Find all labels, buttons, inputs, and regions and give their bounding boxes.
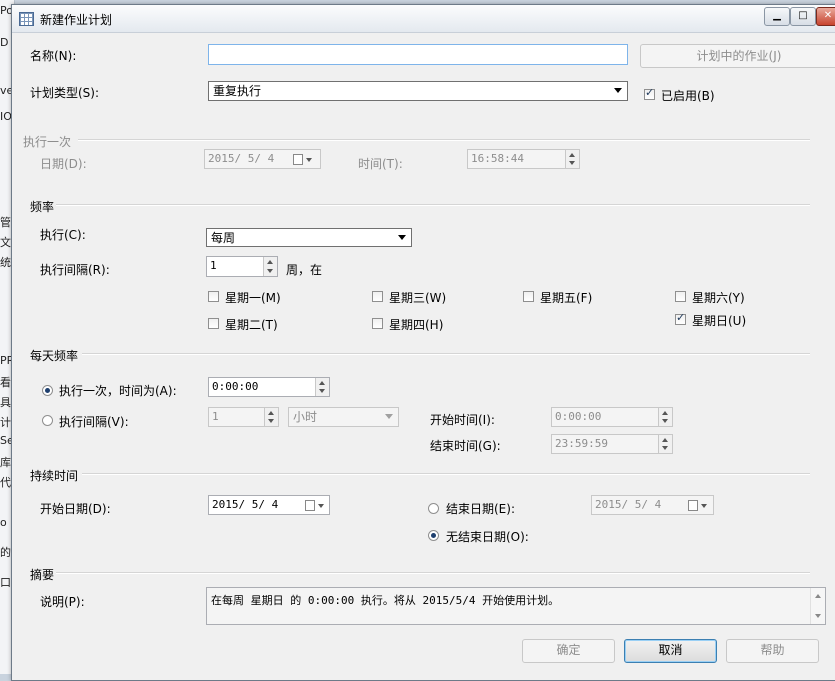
name-input[interactable]	[208, 44, 628, 65]
once-date-picker[interactable]: 2015/ 5/ 4	[204, 149, 321, 169]
recurs-every-label: 执行间隔(R):	[40, 263, 110, 277]
once-date-label: 日期(D):	[40, 157, 87, 171]
monday-checkbox[interactable]	[208, 291, 219, 302]
start-date-label: 开始日期(D):	[40, 502, 111, 516]
friday-label: 星期五(F)	[540, 291, 593, 305]
enabled-checkbox[interactable]	[644, 86, 655, 100]
recurs-every-input[interactable]: 1	[206, 256, 278, 277]
occurs-every-label: 执行间隔(V):	[59, 415, 129, 429]
help-button[interactable]: 帮助	[726, 639, 819, 663]
divider	[56, 572, 810, 574]
start-time-value: 0:00:00	[555, 410, 602, 423]
minimize-button[interactable]: ▁	[764, 7, 790, 26]
occurs-every-value: 1	[212, 410, 219, 423]
frequency-group-header: 频率	[30, 200, 55, 214]
window-title: 新建作业计划	[40, 13, 113, 27]
spin-buttons[interactable]	[565, 150, 579, 168]
no-end-date-label: 无结束日期(O):	[446, 530, 529, 544]
calendar-icon[interactable]	[305, 500, 324, 511]
occurs-once-radio[interactable]	[42, 385, 53, 396]
title-bar[interactable]: 新建作业计划 ▁ □ ✕	[12, 5, 835, 33]
spin-buttons[interactable]	[264, 408, 278, 426]
schedule-type-select[interactable]: 重复执行	[208, 81, 628, 101]
divider	[56, 204, 810, 206]
occurs-every-radio[interactable]	[42, 415, 53, 426]
maximize-button[interactable]: □	[790, 7, 816, 26]
once-time-label: 时间(T):	[358, 157, 403, 171]
sunday-label: 星期日(U)	[692, 314, 747, 328]
sunday-checkbox[interactable]	[675, 311, 686, 325]
once-date-value: 2015/ 5/ 4	[208, 152, 275, 165]
end-time-label: 结束时间(G):	[430, 439, 501, 453]
spin-buttons[interactable]	[263, 257, 277, 276]
thursday-label: 星期四(H)	[389, 318, 444, 332]
end-date-radio[interactable]	[428, 503, 439, 514]
schedule-type-value: 重复执行	[213, 84, 262, 98]
start-date-picker[interactable]: 2015/ 5/ 4	[208, 495, 330, 515]
close-button[interactable]: ✕	[816, 7, 835, 26]
daily-frequency-group-header: 每天频率	[30, 349, 79, 363]
wednesday-label: 星期三(W)	[389, 291, 447, 305]
end-date-label: 结束日期(E):	[446, 502, 515, 516]
monday-label: 星期一(M)	[225, 291, 281, 305]
start-time-input[interactable]: 0:00:00	[551, 407, 673, 427]
spin-buttons[interactable]	[658, 408, 672, 426]
occurs-once-time-input[interactable]: 0:00:00	[208, 377, 330, 397]
calendar-icon	[688, 500, 707, 511]
occurs-every-unit-select[interactable]: 小时	[288, 407, 399, 427]
occurs-every-unit-value: 小时	[293, 410, 318, 424]
jobs-in-schedule-button[interactable]: 计划中的作业(J)	[640, 44, 835, 68]
description-textarea[interactable]: 在每周 星期日 的 0:00:00 执行。将从 2015/5/4 开始使用计划。	[206, 587, 826, 625]
chevron-down-icon	[385, 414, 393, 419]
end-time-input[interactable]: 23:59:59	[551, 434, 673, 454]
wednesday-checkbox[interactable]	[372, 291, 383, 302]
occurs-once-label: 执行一次，时间为(A):	[59, 384, 177, 398]
new-job-schedule-dialog: 新建作业计划 ▁ □ ✕ 名称(N): 计划中的作业(J) 计划类型(S): 重…	[11, 4, 835, 681]
name-label: 名称(N):	[30, 49, 77, 63]
divider	[82, 353, 810, 355]
start-date-value: 2015/ 5/ 4	[212, 498, 279, 511]
chevron-down-icon	[614, 88, 622, 93]
enabled-label: 已启用(B)	[661, 89, 715, 103]
schedule-grid-icon	[19, 12, 34, 26]
start-time-label: 开始时间(I):	[430, 413, 495, 427]
tuesday-checkbox[interactable]	[208, 318, 219, 329]
once-time-input[interactable]: 16:58:44	[467, 149, 580, 169]
vertical-scrollbar[interactable]	[810, 588, 825, 624]
end-date-picker[interactable]: 2015/ 5/ 4	[591, 495, 714, 515]
ok-button[interactable]: 确定	[522, 639, 615, 663]
schedule-type-label: 计划类型(S):	[30, 86, 100, 100]
tuesday-label: 星期二(T)	[225, 318, 278, 332]
once-group-header: 执行一次	[23, 135, 72, 149]
end-time-value: 23:59:59	[555, 437, 608, 450]
occurs-every-input[interactable]: 1	[208, 407, 279, 427]
chevron-down-icon	[398, 235, 406, 240]
occurs-select[interactable]: 每周	[206, 228, 412, 247]
cancel-button[interactable]: 取消	[624, 639, 717, 663]
no-end-date-radio[interactable]	[428, 530, 439, 541]
recurs-every-value: 1	[210, 259, 217, 272]
duration-group-header: 持续时间	[30, 469, 79, 483]
divider	[82, 473, 810, 475]
once-time-value: 16:58:44	[471, 152, 524, 165]
friday-checkbox[interactable]	[523, 291, 534, 302]
end-date-value: 2015/ 5/ 4	[595, 498, 662, 511]
thursday-checkbox[interactable]	[372, 318, 383, 329]
spin-buttons[interactable]	[315, 378, 329, 396]
divider	[78, 139, 810, 141]
occurs-label: 执行(C):	[40, 228, 86, 242]
saturday-checkbox[interactable]	[675, 291, 686, 302]
description-text: 在每周 星期日 的 0:00:00 执行。将从 2015/5/4 开始使用计划。	[211, 594, 560, 607]
occurs-value: 每周	[211, 231, 236, 245]
summary-group-header: 摘要	[30, 568, 55, 582]
spin-buttons[interactable]	[658, 435, 672, 453]
calendar-icon	[293, 154, 312, 165]
saturday-label: 星期六(Y)	[692, 291, 745, 305]
recurs-unit: 周，在	[286, 263, 323, 277]
description-label: 说明(P):	[40, 595, 85, 609]
occurs-once-time-value: 0:00:00	[212, 380, 259, 393]
